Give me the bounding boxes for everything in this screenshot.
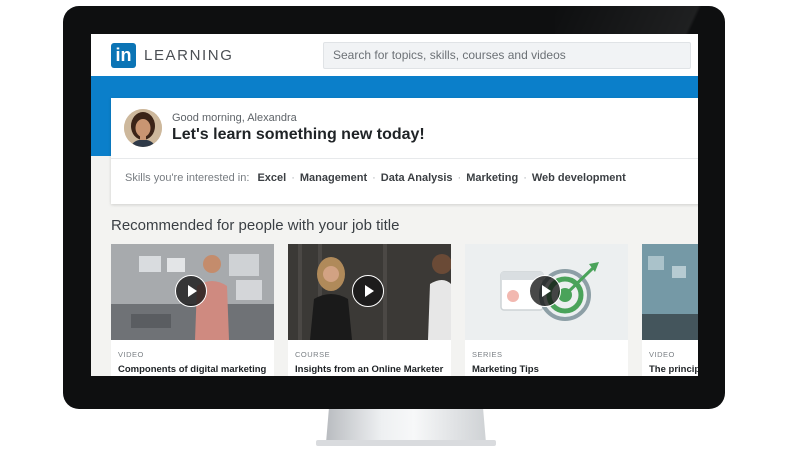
linkedin-logo[interactable]: in (111, 43, 136, 68)
skill-marketing[interactable]: Marketing (466, 172, 518, 184)
skill-separator: · (372, 172, 376, 184)
welcome-card: Good morning, Alexandra Let's learn some… (111, 98, 698, 204)
content-type-label: VIDEO (118, 350, 144, 359)
brand-name[interactable]: LEARNING (144, 47, 234, 64)
thumbnail-image (642, 244, 698, 340)
skill-separator: · (291, 172, 295, 184)
top-navigation-bar: in LEARNING Search for topics, skills, c… (91, 34, 698, 76)
course-title[interactable]: The principl (649, 364, 698, 375)
skill-data-analysis[interactable]: Data Analysis (381, 172, 453, 184)
course-card[interactable]: VIDEO The principl (642, 244, 698, 376)
section-title: Recommended for people with your job tit… (111, 217, 400, 234)
greeting-text: Good morning, Alexandra (172, 112, 297, 124)
search-placeholder: Search for topics, skills, courses and v… (333, 48, 566, 62)
course-thumbnail[interactable] (642, 244, 698, 340)
skills-row: Skills you're interested in: Excel · Manag… (125, 172, 626, 184)
course-title[interactable]: Components of digital marketing (118, 364, 266, 375)
play-icon[interactable] (529, 275, 561, 307)
search-input[interactable]: Search for topics, skills, courses and v… (323, 42, 691, 69)
course-title[interactable]: Marketing Tips (472, 364, 539, 375)
skills-label: Skills you're interested in: (125, 172, 250, 184)
course-card[interactable]: SERIES Marketing Tips (465, 244, 628, 376)
course-thumbnail[interactable] (465, 244, 628, 340)
course-card[interactable]: VIDEO Components of digital marketing (111, 244, 274, 376)
course-thumbnail[interactable] (288, 244, 451, 340)
app-screen: in LEARNING Search for topics, skills, c… (91, 34, 698, 376)
course-thumbnail[interactable] (111, 244, 274, 340)
content-type-label: SERIES (472, 350, 503, 359)
monitor-stand (326, 405, 486, 443)
skill-separator: · (457, 172, 462, 184)
welcome-headline: Let's learn something new today! (172, 126, 425, 143)
play-icon[interactable] (352, 275, 384, 307)
skill-excel[interactable]: Excel (257, 172, 286, 184)
course-title[interactable]: Insights from an Online Marketer (295, 364, 443, 375)
card-divider (111, 158, 698, 159)
skill-management[interactable]: Management (300, 172, 367, 184)
monitor-stand-base (316, 440, 496, 446)
avatar[interactable] (124, 109, 162, 147)
content-type-label: VIDEO (649, 350, 675, 359)
content-type-label: COURSE (295, 350, 331, 359)
avatar-image (124, 109, 162, 147)
play-icon[interactable] (175, 275, 207, 307)
skill-separator: · (523, 172, 527, 184)
course-card[interactable]: COURSE Insights from an Online Marketer (288, 244, 451, 376)
skill-web-development[interactable]: Web development (532, 172, 626, 184)
